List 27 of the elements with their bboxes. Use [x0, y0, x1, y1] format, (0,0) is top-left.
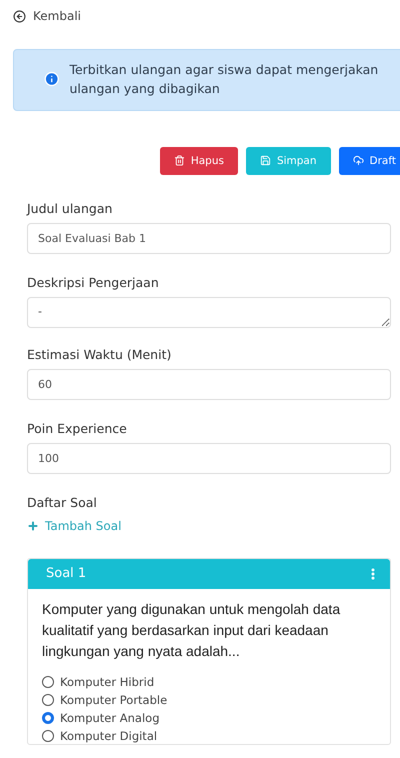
field-label: Deskripsi Pengerjaan: [27, 274, 160, 290]
radio-button[interactable]: [42, 730, 54, 742]
input-field[interactable]: 100: [27, 442, 391, 474]
radio-button[interactable]: [42, 694, 54, 706]
alert-text: Terbitkan ulangan agar siswa dapat mengerjakan ulangan yang dibagikan: [69, 60, 380, 98]
answer-option[interactable]: Komputer Digital: [42, 728, 376, 744]
section-title: Daftar Soal: [27, 494, 98, 510]
save-icon: [260, 155, 271, 166]
trash-icon: [174, 155, 185, 166]
answer-option[interactable]: Komputer Portable: [42, 692, 376, 708]
cloud-upload-icon: [352, 155, 364, 166]
card-title: Soal 1: [46, 566, 86, 581]
description-field[interactable]: -: [27, 296, 391, 328]
field-label: Estimasi Waktu (Menit): [27, 346, 172, 362]
field-label: Judul ulangan: [27, 200, 114, 216]
radio-button[interactable]: [42, 676, 54, 688]
question-text: Komputer yang digunakan untuk mengolah data kualitatif yang berdasarkan input dari keadaan lingkungan yang nyata adalah...: [41, 600, 342, 661]
delete-button[interactable]: Hapus: [160, 146, 238, 174]
draft-button[interactable]: Draft: [338, 146, 400, 174]
answer-option[interactable]: Komputer Hibrid: [42, 674, 376, 690]
plus-icon: [27, 520, 39, 532]
input-field[interactable]: Soal Evaluasi Bab 1: [27, 222, 391, 254]
back-link[interactable]: Kembali: [13, 9, 81, 23]
radio-button[interactable]: [42, 712, 54, 724]
answer-option[interactable]: Komputer Analog: [42, 710, 376, 726]
field-label: Poin Experience: [27, 420, 128, 436]
input-field[interactable]: 60: [27, 368, 391, 400]
